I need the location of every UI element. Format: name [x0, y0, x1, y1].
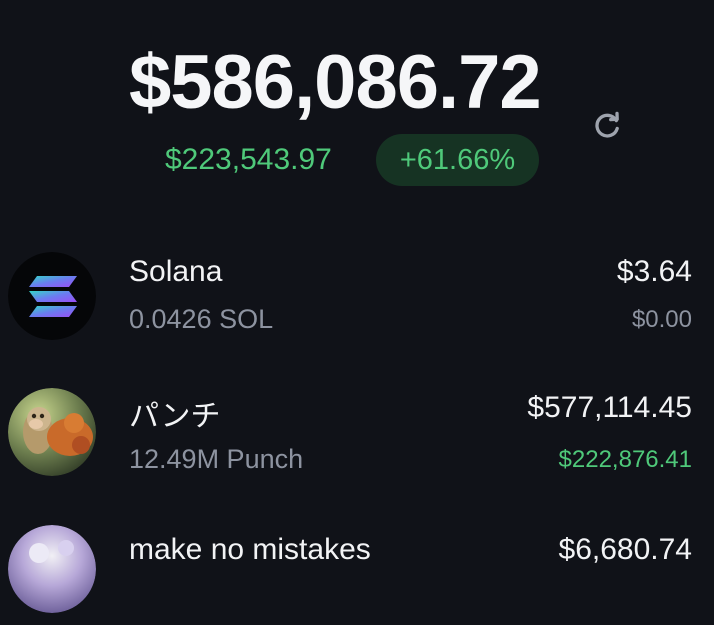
- token-amount: 12.49M Punch: [129, 444, 304, 474]
- token-change: $0.00: [631, 306, 692, 333]
- portfolio-change-amount: $223,543.97: [165, 143, 332, 176]
- token-amount: 0.0426 SOL: [129, 304, 274, 334]
- make-no-mistakes-logo: [8, 525, 96, 613]
- punch-logo: [8, 388, 96, 476]
- portfolio-balance: $586,086.72: [129, 40, 542, 125]
- token-name: パンチ: [129, 400, 221, 433]
- token-name: Solana: [129, 255, 223, 288]
- token-value: $577,114.45: [527, 391, 692, 424]
- token-value: $3.64: [616, 255, 692, 288]
- token-row-make-no-mistakes[interactable]: make no mistakes $6,680.74: [0, 525, 714, 625]
- portfolio-balance-row: $586,086.72: [0, 38, 714, 138]
- token-value: $6,680.74: [558, 533, 692, 566]
- token-row-solana[interactable]: Solana 0.0426 SOL $3.64 $0.00: [0, 252, 714, 352]
- solana-logo: [8, 252, 96, 340]
- portfolio-change-percent-badge: +61.66%: [376, 134, 539, 186]
- token-name: make no mistakes: [129, 533, 371, 566]
- token-row-punch[interactable]: パンチ 12.49M Punch $577,114.45 $222,876.41: [0, 388, 714, 488]
- portfolio-change-row: $223,543.97 +61.66%: [0, 134, 714, 186]
- token-change: $222,876.41: [558, 446, 692, 473]
